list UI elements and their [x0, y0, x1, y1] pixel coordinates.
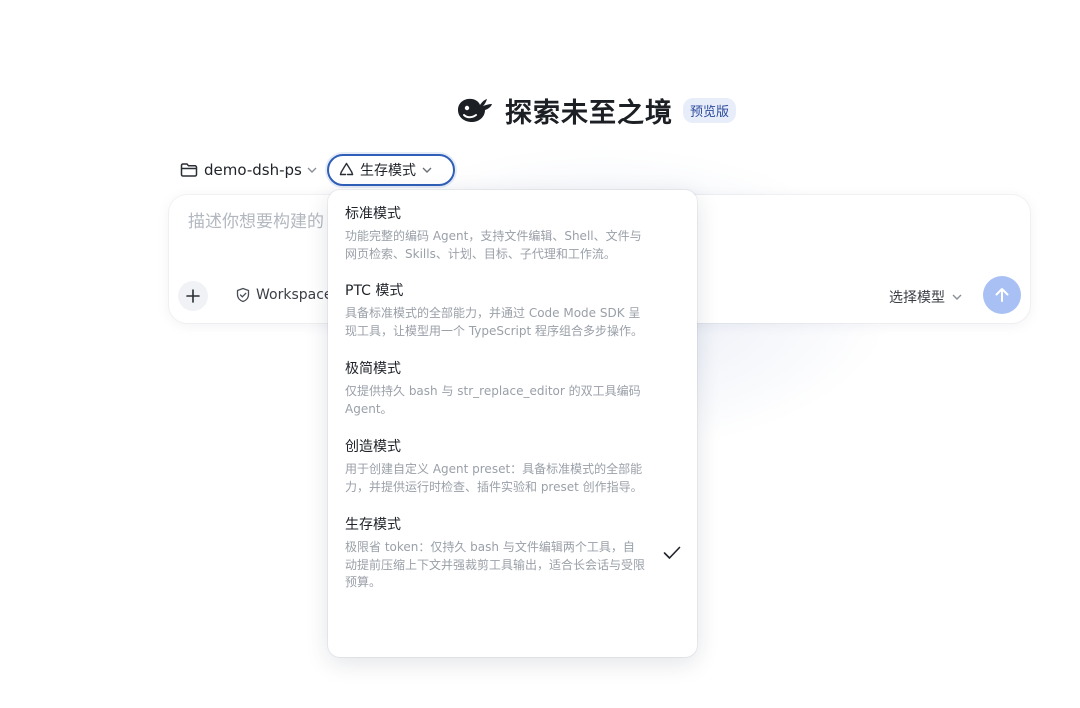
menu-item-title: 标准模式 — [345, 206, 401, 222]
arrow-up-icon — [995, 288, 1009, 302]
mode-label: 生存模式 — [360, 163, 416, 179]
chevron-down-icon — [952, 294, 962, 300]
menu-item-minimal[interactable]: 极简模式 仅提供持久 bash 与 str_replace_editor 的双工… — [328, 360, 697, 418]
model-selector[interactable]: 选择模型 — [889, 287, 963, 307]
brand-title: 探索未至之境 — [505, 97, 673, 129]
menu-item-standard[interactable]: 标准模式 功能完整的编码 Agent，支持文件编辑、Shell、文件与网页检索、… — [328, 205, 697, 263]
preview-badge: 预览版 — [683, 97, 737, 123]
whale-logo-icon — [458, 98, 492, 122]
menu-item-description: 用于创建自定义 Agent preset：具备标准模式的全部能力，并提供运行时检… — [345, 462, 643, 494]
menu-item-title: 生存模式 — [345, 517, 401, 533]
check-icon — [663, 546, 681, 559]
folder-icon — [180, 163, 198, 177]
mode-selector[interactable]: 生存模式 — [327, 154, 455, 186]
add-button[interactable] — [178, 281, 208, 311]
chevron-down-icon — [422, 167, 432, 173]
project-label: demo-dsh-ps — [204, 161, 302, 179]
menu-item-survival[interactable]: 生存模式 极限省 token：仅持久 bash 与文件编辑两个工具，自动提前压缩… — [328, 516, 697, 592]
menu-item-description: 仅提供持久 bash 与 str_replace_editor 的双工具编码 A… — [345, 384, 641, 416]
workspace-button[interactable]: Workspace — [235, 287, 333, 303]
menu-item-create[interactable]: 创造模式 用于创建自定义 Agent preset：具备标准模式的全部能力，并提… — [328, 438, 697, 496]
menu-item-title: 极简模式 — [345, 361, 401, 377]
project-selector[interactable]: demo-dsh-ps — [180, 158, 318, 182]
brand-header: 探索未至之境 预览版 — [455, 88, 737, 132]
shield-check-icon — [236, 287, 250, 303]
menu-item-ptc[interactable]: PTC 模式 具备标准模式的全部能力，并通过 Code Mode SDK 呈现工… — [328, 282, 697, 340]
menu-item-title: 创造模式 — [345, 439, 401, 455]
menu-item-description: 具备标准模式的全部能力，并通过 Code Mode SDK 呈现工具，让模型用一… — [345, 306, 643, 338]
menu-item-description: 极限省 token：仅持久 bash 与文件编辑两个工具，自动提前压缩上下文并强… — [345, 540, 646, 589]
menu-item-title: PTC 模式 — [345, 283, 404, 299]
send-button[interactable] — [983, 276, 1021, 314]
model-label: 选择模型 — [889, 290, 945, 306]
workspace-label: Workspace — [256, 287, 333, 303]
mode-dropdown-menu: 标准模式 功能完整的编码 Agent，支持文件编辑、Shell、文件与网页检索、… — [328, 190, 697, 657]
recycle-icon — [339, 162, 354, 176]
app-page: 探索未至之境 预览版 demo-dsh-ps 生存模式 描述你想要构建的 Wor… — [0, 0, 1080, 708]
plus-icon — [186, 289, 200, 303]
menu-item-description: 功能完整的编码 Agent，支持文件编辑、Shell、文件与网页检索、Skill… — [345, 229, 642, 261]
chevron-down-icon — [307, 167, 317, 173]
